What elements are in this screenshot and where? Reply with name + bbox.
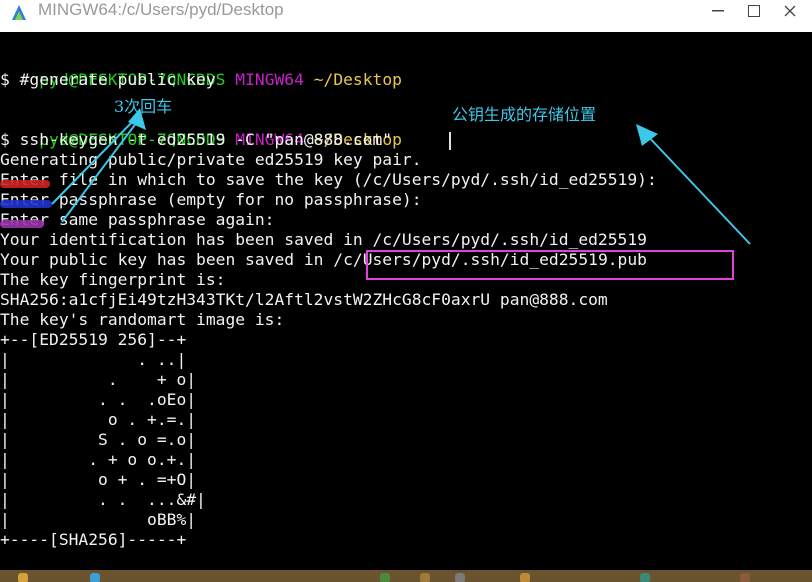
taskbar-icon (90, 573, 100, 582)
pubkey-location-annotation: 公钥生成的存储位置 (452, 105, 597, 124)
taskbar-icon (520, 573, 530, 582)
taskbar-icon (455, 573, 465, 582)
taskbar-icon (18, 573, 28, 582)
taskbar-icon (380, 573, 390, 582)
three-enter-annotation: 3次回车 (114, 97, 173, 116)
arrow-line-1 (61, 117, 141, 223)
taskbar-icon (640, 573, 650, 582)
arrow-line-3 (643, 131, 751, 245)
annotation-arrows (51, 108, 751, 245)
taskbar-strip (0, 570, 812, 582)
arrow-line-2 (51, 117, 137, 205)
taskbar-icon (420, 573, 430, 582)
taskbar-icon (740, 573, 750, 582)
